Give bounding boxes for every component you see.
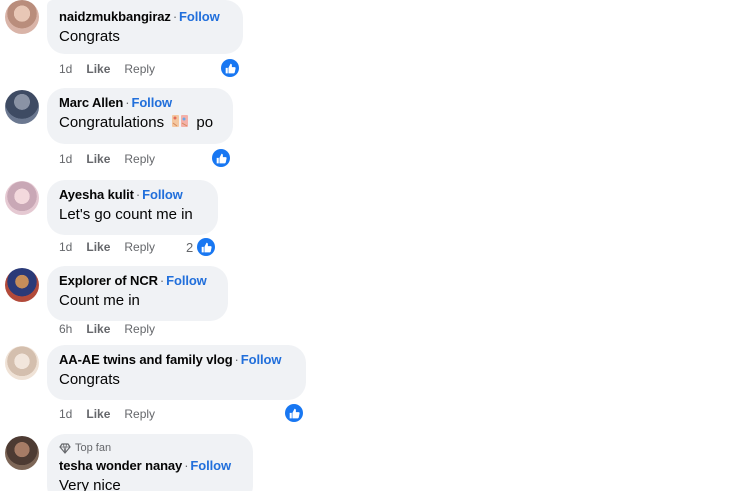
comment-bubble: Ayesha kulit · Follow Let's go count me in	[47, 180, 218, 235]
comment-feed: naidzmukbangiraz · Follow Congrats 1d Like R…	[0, 0, 750, 491]
comment-actions: 1d Like Reply	[59, 406, 169, 422]
reply-button[interactable]: Reply	[124, 322, 155, 336]
like-icon[interactable]	[197, 238, 215, 256]
separator: ·	[159, 273, 165, 288]
separator: ·	[234, 352, 239, 367]
separator: ·	[172, 9, 178, 24]
follow-button[interactable]: Follow	[179, 9, 220, 24]
comment-header: Marc Allen · Follow	[59, 94, 221, 111]
avatar[interactable]	[5, 90, 39, 124]
commenter-name[interactable]: naidzmukbangiraz	[59, 9, 171, 24]
comment-text: Very nice	[59, 477, 121, 491]
avatar[interactable]	[5, 436, 39, 470]
avatar[interactable]	[5, 0, 39, 34]
like-button[interactable]: Like	[86, 407, 110, 421]
comment-bubble: AA-AE twins and family vlog · Follow Congr…	[47, 345, 306, 400]
like-icon[interactable]	[285, 404, 303, 422]
comment-time[interactable]: 6h	[59, 322, 72, 336]
comment-text: Congrats	[59, 28, 120, 45]
badge-label: Top fan	[75, 442, 112, 454]
reaction-count[interactable]: 2	[186, 240, 193, 256]
comment-text: Let's go count me in	[59, 206, 193, 223]
top-fan-badge: Top fan	[59, 442, 241, 455]
like-button[interactable]: Like	[86, 322, 110, 336]
avatar[interactable]	[5, 181, 39, 215]
separator: ·	[184, 458, 189, 473]
comment-bubble: naidzmukbangiraz · Follow Congrats	[47, 0, 243, 54]
like-icon[interactable]	[212, 149, 230, 167]
diamond-icon	[59, 443, 71, 454]
commenter-name[interactable]: tesha wonder nanay	[59, 458, 182, 473]
follow-button[interactable]: Follow	[132, 95, 173, 110]
avatar[interactable]	[5, 346, 39, 380]
follow-button[interactable]: Follow	[142, 187, 183, 202]
follow-button[interactable]: Follow	[190, 458, 231, 473]
reply-button[interactable]: Reply	[124, 407, 155, 421]
comment-header: Explorer of NCR · Follow	[59, 272, 216, 289]
reply-button[interactable]: Reply	[124, 240, 155, 254]
comment-header: AA-AE twins and family vlog · Follow	[59, 351, 294, 368]
like-icon[interactable]	[221, 59, 239, 77]
comment-actions: 6h Like Reply	[59, 321, 169, 337]
comment-time[interactable]: 1d	[59, 240, 72, 254]
commenter-name[interactable]: Marc Allen	[59, 95, 123, 110]
comment-time[interactable]: 1d	[59, 152, 72, 166]
comment-actions: 1d Like Reply	[59, 239, 169, 255]
like-button[interactable]: Like	[86, 152, 110, 166]
reply-button[interactable]: Reply	[124, 62, 155, 76]
comment-header: Ayesha kulit · Follow	[59, 186, 206, 203]
avatar[interactable]	[5, 268, 39, 302]
comment-actions: 1d Like Reply	[59, 61, 169, 77]
like-button[interactable]: Like	[86, 240, 110, 254]
commenter-name[interactable]: Explorer of NCR	[59, 273, 158, 288]
comment-header: tesha wonder nanay · Follow	[59, 457, 241, 474]
separator: ·	[125, 95, 130, 110]
comment-actions: 1d Like Reply	[59, 151, 169, 167]
comment-text-suffix: po	[196, 114, 214, 131]
comment-text: Congrats	[59, 371, 120, 388]
comment-bubble: Marc Allen · Follow Congratulations po	[47, 88, 233, 144]
commenter-name[interactable]: AA-AE twins and family vlog	[59, 352, 233, 367]
comment-bubble: Explorer of NCR · Follow Count me in	[47, 266, 228, 321]
comment-time[interactable]: 1d	[59, 62, 72, 76]
comment-text-main: Congratulations	[59, 114, 165, 131]
reply-button[interactable]: Reply	[124, 152, 155, 166]
comment-text: Count me in	[59, 292, 140, 309]
commenter-name[interactable]: Ayesha kulit	[59, 187, 134, 202]
follow-button[interactable]: Follow	[166, 273, 207, 288]
comment-time[interactable]: 1d	[59, 407, 72, 421]
separator: ·	[135, 187, 141, 202]
celebration-emoji-icon	[171, 113, 189, 135]
comment-text: Congratulations po	[59, 113, 221, 135]
comment-header: naidzmukbangiraz · Follow	[59, 8, 231, 25]
comment-bubble: Top fan tesha wonder nanay · Follow Very n…	[47, 434, 253, 491]
like-button[interactable]: Like	[86, 62, 110, 76]
follow-button[interactable]: Follow	[241, 352, 282, 367]
